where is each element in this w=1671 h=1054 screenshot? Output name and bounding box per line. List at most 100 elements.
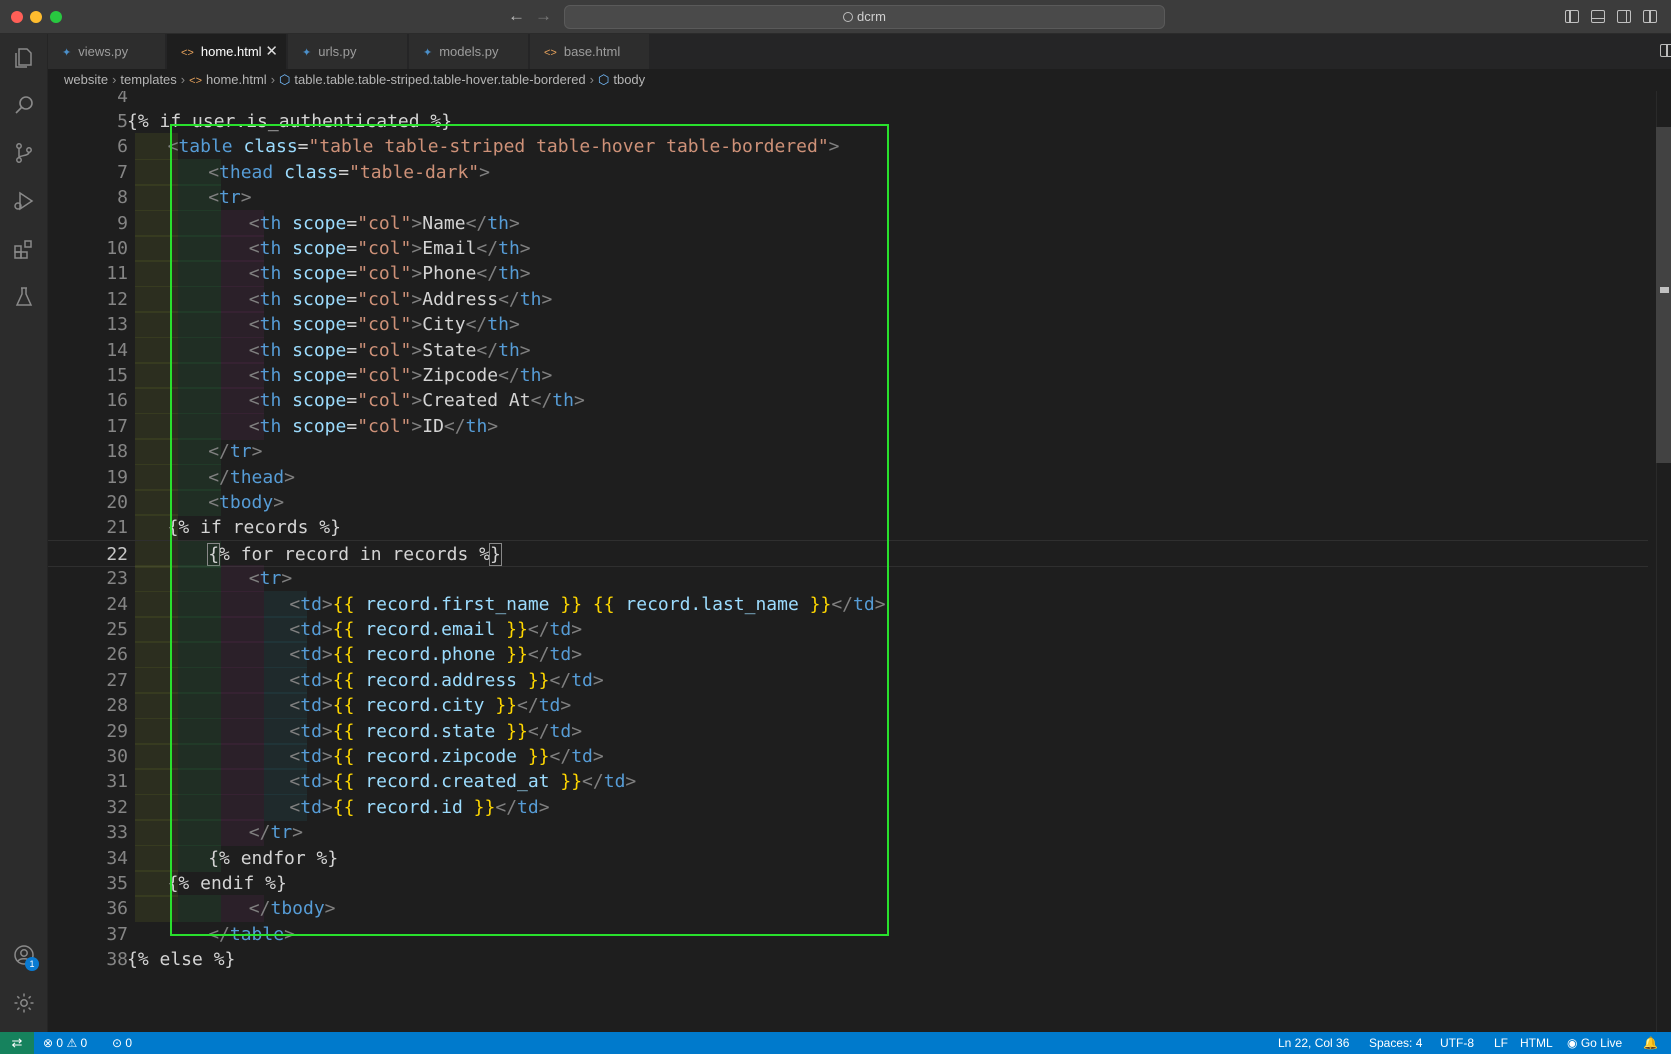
breadcrumb-item-table[interactable]: table.table.table-striped.table-hover.ta… — [294, 72, 585, 87]
toggle-panel-icon[interactable] — [1591, 10, 1605, 23]
code-line[interactable]: 35 {% endif %} — [48, 869, 1648, 897]
code-line[interactable]: 9 <th scope="col">Name</th> — [48, 209, 1648, 237]
minimize-window-button[interactable] — [30, 11, 42, 23]
code-text[interactable]: {% if records %} — [168, 514, 341, 541]
search-icon[interactable] — [12, 93, 36, 117]
code-line[interactable]: 18 </tr> — [48, 438, 1648, 466]
breadcrumb-item-templates[interactable]: templates — [120, 72, 176, 87]
code-editor[interactable]: 4 5 {% if user.is_authenticated %} 6 <table … — [48, 91, 1671, 1032]
code-line[interactable]: 11 <th scope="col">Phone</th> — [48, 260, 1648, 288]
breadcrumb-item-file[interactable]: home.html — [206, 72, 267, 87]
code-line[interactable]: 13 <th scope="col">City</th> — [48, 311, 1648, 339]
code-text[interactable]: <td>{{ record.email }}</td> — [289, 616, 582, 643]
go-live-button[interactable]: ◉ Go Live — [1567, 1032, 1622, 1054]
source-control-icon[interactable] — [12, 141, 36, 165]
code-text[interactable]: </thead> — [208, 464, 295, 491]
code-text[interactable]: {% endif %} — [168, 870, 287, 897]
code-text[interactable]: </tr> — [249, 819, 303, 846]
breadcrumb-item-tbody[interactable]: tbody — [613, 72, 645, 87]
toggle-secondary-sidebar-icon[interactable] — [1617, 10, 1631, 23]
cursor-position[interactable]: Ln 22, Col 36 — [1278, 1032, 1349, 1054]
code-text[interactable]: <th scope="col">Address</th> — [249, 286, 553, 313]
ports-indicator[interactable]: ⊙ 0 — [112, 1032, 132, 1054]
code-text[interactable]: <tr> — [249, 565, 292, 592]
indentation-setting[interactable]: Spaces: 4 — [1369, 1032, 1422, 1054]
account-icon[interactable]: 1 — [12, 943, 39, 971]
code-line[interactable]: 28 <td>{{ record.city }}</td> — [48, 692, 1648, 720]
problems-indicator[interactable]: ⊗ 0 ⚠ 0 — [43, 1032, 87, 1054]
end-of-line[interactable]: LF — [1494, 1032, 1508, 1054]
code-line[interactable]: 8 <tr> — [48, 184, 1648, 212]
testing-icon[interactable] — [12, 285, 36, 309]
explorer-icon[interactable] — [12, 46, 36, 70]
code-line[interactable]: 12 <th scope="col">Address</th> — [48, 285, 1648, 313]
run-debug-icon[interactable] — [12, 189, 36, 213]
code-text[interactable]: <th scope="col">Email</th> — [249, 235, 531, 262]
code-text[interactable]: <th scope="col">Name</th> — [249, 210, 520, 237]
code-line[interactable]: 29 <td>{{ record.state }}</td> — [48, 717, 1648, 745]
code-text[interactable]: <td>{{ record.first_name }} {{ record.la… — [289, 591, 885, 618]
code-lines[interactable]: 4 5 {% if user.is_authenticated %} 6 <table … — [48, 91, 1648, 1032]
tab-urls-py[interactable]: ✦ urls.py — [288, 34, 408, 69]
code-line[interactable]: 31 <td>{{ record.created_at }}</td> — [48, 768, 1648, 796]
code-text[interactable]: <td>{{ record.id }}</td> — [289, 794, 549, 821]
notifications-bell-icon[interactable]: 🔔 — [1643, 1032, 1658, 1054]
code-line[interactable]: 5 {% if user.is_authenticated %} — [48, 108, 1648, 135]
code-text[interactable]: <tbody> — [208, 489, 284, 516]
code-text[interactable]: <th scope="col">City</th> — [249, 311, 520, 338]
code-line[interactable]: 22 {% for record in records %} — [48, 539, 1648, 568]
code-line[interactable]: 16 <th scope="col">Created At</th> — [48, 387, 1648, 415]
code-text[interactable]: <th scope="col">State</th> — [249, 337, 531, 364]
customize-layout-icon[interactable] — [1643, 10, 1657, 23]
code-line[interactable]: 23 <tr> — [48, 565, 1648, 593]
code-text[interactable]: {% for record in records %} — [207, 541, 502, 568]
tab-base-html[interactable]: <> base.html — [530, 34, 650, 69]
code-line[interactable]: 30 <td>{{ record.zipcode }}</td> — [48, 742, 1648, 770]
code-line[interactable]: 25 <td>{{ record.email }}</td> — [48, 615, 1648, 643]
code-line[interactable]: 32 <td>{{ record.id }}</td> — [48, 793, 1648, 821]
code-line[interactable]: 27 <td>{{ record.address }}</td> — [48, 666, 1648, 694]
language-mode[interactable]: HTML — [1520, 1032, 1553, 1054]
code-line[interactable]: 38 {% else %} — [48, 946, 1648, 973]
tab-home-html[interactable]: <> home.html ✕ — [167, 34, 287, 69]
back-arrow-icon[interactable]: ← — [508, 6, 525, 26]
tab-views-py[interactable]: ✦ views.py — [48, 34, 166, 69]
code-text[interactable]: <th scope="col">Phone</th> — [249, 260, 531, 287]
code-text[interactable]: {% endfor %} — [208, 845, 338, 872]
code-line[interactable]: 7 <thead class="table-dark"> — [48, 158, 1648, 186]
toggle-primary-sidebar-icon[interactable] — [1565, 10, 1579, 23]
code-text[interactable]: <td>{{ record.state }}</td> — [289, 718, 582, 745]
breadcrumb-item-website[interactable]: website — [64, 72, 108, 87]
code-line[interactable]: 37 </table> — [48, 921, 1648, 948]
code-line[interactable]: 6 <table class="table table-striped table… — [48, 133, 1648, 161]
forward-arrow-icon[interactable]: → — [535, 6, 552, 26]
code-line[interactable]: 4 — [48, 91, 1648, 110]
code-text[interactable]: <table class="table table-striped table-… — [168, 133, 840, 160]
code-text[interactable]: <thead class="table-dark"> — [208, 159, 490, 186]
split-editor-icon[interactable] — [1660, 44, 1671, 57]
command-center-search[interactable]: dcrm — [564, 5, 1165, 29]
code-line[interactable]: 26 <td>{{ record.phone }}</td> — [48, 641, 1648, 669]
code-line[interactable]: 19 </thead> — [48, 463, 1648, 491]
file-encoding[interactable]: UTF-8 — [1440, 1032, 1474, 1054]
code-line[interactable]: 20 <tbody> — [48, 488, 1648, 516]
close-tab-icon[interactable]: ✕ — [265, 34, 278, 69]
code-text[interactable]: <td>{{ record.zipcode }}</td> — [289, 743, 603, 770]
extensions-icon[interactable] — [12, 237, 36, 261]
code-text[interactable]: </tr> — [208, 438, 262, 465]
code-text[interactable]: </tbody> — [249, 895, 336, 922]
close-window-button[interactable] — [11, 11, 23, 23]
settings-gear-icon[interactable] — [12, 991, 36, 1015]
code-line[interactable]: 15 <th scope="col">Zipcode</th> — [48, 361, 1648, 389]
code-text[interactable]: <th scope="col">Zipcode</th> — [249, 362, 553, 389]
code-text[interactable]: <td>{{ record.created_at }}</td> — [289, 768, 636, 795]
code-line[interactable]: 14 <th scope="col">State</th> — [48, 336, 1648, 364]
code-text[interactable]: <th scope="col">Created At</th> — [249, 387, 585, 414]
code-line[interactable]: 21 {% if records %} — [48, 514, 1648, 542]
code-text[interactable]: {% if user.is_authenticated %} — [127, 108, 452, 135]
code-text[interactable]: <tr> — [208, 184, 251, 211]
code-text[interactable]: <td>{{ record.address }}</td> — [289, 667, 603, 694]
code-text[interactable]: </table> — [208, 921, 295, 948]
code-line[interactable]: 24 <td>{{ record.first_name }} {{ record.… — [48, 590, 1648, 618]
code-line[interactable]: 33 </tr> — [48, 819, 1648, 847]
